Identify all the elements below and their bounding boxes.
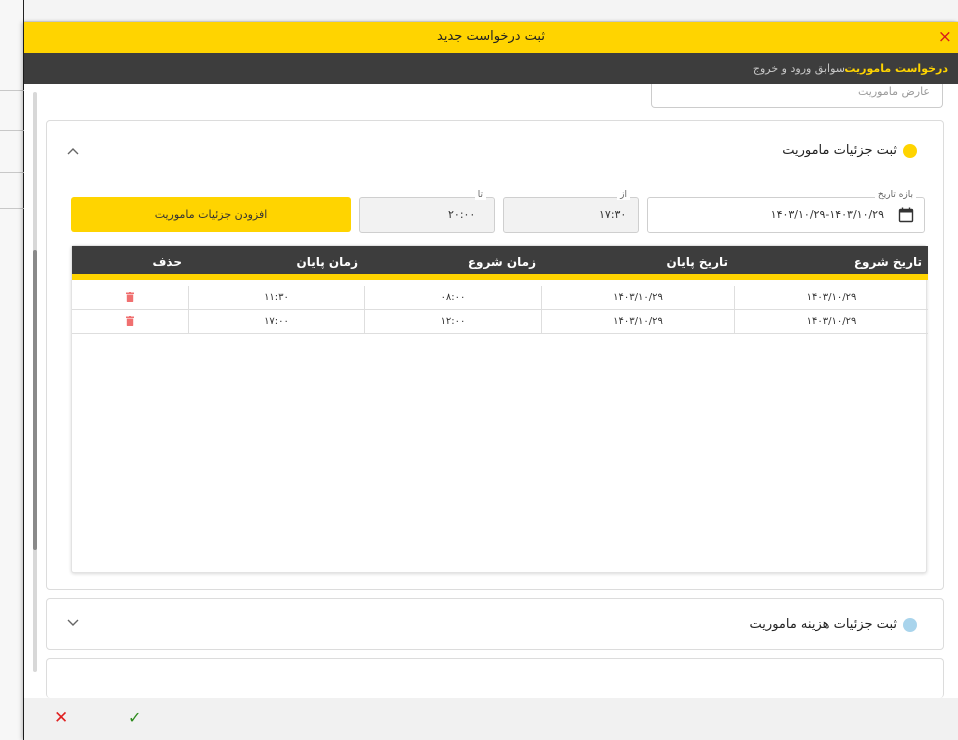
mission-costs-header[interactable]: ثبت جزئیات هزینه ماموریت (750, 617, 917, 632)
dialog-title: ثبت درخواست جدید (437, 29, 545, 44)
cell-end-time: ۱۷:۰۰ (188, 310, 364, 334)
new-request-dialog: ثبت درخواست جدید × درخواست ماموریت سوابق… (24, 22, 958, 740)
confirm-button[interactable]: ✓ (128, 708, 141, 727)
date-range-label: بازه تاریخ (874, 190, 916, 200)
dialog-titlebar: ثبت درخواست جدید × (24, 22, 958, 53)
column-start-time[interactable]: زمان شروع (468, 255, 536, 269)
to-time-label: تا (474, 190, 486, 200)
cell-delete (72, 286, 188, 310)
column-end-time[interactable]: زمان پایان (296, 255, 358, 269)
table-row[interactable]: ۱۴۰۳/۱۰/۲۹ ۱۴۰۳/۱۰/۲۹ ۱۲:۰۰ ۱۷:۰۰ (72, 310, 928, 334)
mission-field-value: عارض ماموریت (857, 85, 930, 98)
date-range-field[interactable]: بازه تاریخ ۱۴۰۳/۱۰/۲۹-۱۴۰۳/۱۰/۲۹ (647, 190, 925, 233)
table-row[interactable]: ۱۴۰۳/۱۰/۲۹ ۱۴۰۳/۱۰/۲۹ ۰۸:۰۰ ۱۱:۳۰ (72, 286, 928, 310)
mission-costs-title: ثبت جزئیات هزینه ماموریت (749, 617, 897, 632)
trash-icon[interactable] (126, 292, 134, 302)
column-end-date[interactable]: تاریخ پایان (666, 255, 728, 269)
screen: ثبت درخواست جدید × درخواست ماموریت سوابق… (0, 0, 958, 740)
dialog-content: عارض ماموریت ثبت جزئیات ماموریت بازه تار… (24, 84, 958, 698)
cell-start-date: ۱۴۰۳/۱۰/۲۹ (734, 286, 928, 310)
add-mission-details-button[interactable]: افزودن جزئیات ماموریت (71, 197, 351, 232)
cancel-button[interactable]: ✕ (54, 708, 68, 728)
cell-end-time: ۱۱:۳۰ (188, 286, 364, 310)
chevron-up-icon[interactable] (67, 144, 79, 159)
tab-mission-request[interactable]: درخواست ماموریت (844, 62, 948, 75)
background-panel (0, 0, 24, 740)
cell-delete (72, 310, 188, 334)
mission-details-title: ثبت جزئیات ماموریت (782, 143, 897, 158)
next-panel[interactable] (46, 658, 944, 698)
to-time-field[interactable]: تا ۲۰:۰۰ (359, 190, 495, 233)
mission-details-table: تاریخ شروع تاریخ پایان زمان شروع زمان پا… (71, 245, 928, 573)
background-toolbar (0, 0, 958, 22)
close-icon[interactable]: × (938, 27, 952, 47)
from-time-value: ۱۷:۳۰ (599, 208, 627, 221)
vertical-scrollbar[interactable] (33, 92, 37, 672)
column-start-date[interactable]: تاریخ شروع (854, 255, 922, 269)
from-time-field[interactable]: از ۱۷:۳۰ (503, 190, 639, 233)
cell-start-time: ۱۲:۰۰ (364, 310, 541, 334)
column-delete[interactable]: حذف (152, 255, 182, 269)
scrollbar-thumb[interactable] (33, 250, 37, 550)
table-body: ۱۴۰۳/۱۰/۲۹ ۱۴۰۳/۱۰/۲۹ ۰۸:۰۰ ۱۱:۳۰ ۱۴۰۳/۱… (72, 286, 928, 334)
mission-field[interactable]: عارض ماموریت (651, 84, 943, 108)
blue-dot-icon (903, 617, 917, 632)
table-header: تاریخ شروع تاریخ پایان زمان شروع زمان پا… (72, 246, 928, 280)
cell-start-date: ۱۴۰۳/۱۰/۲۹ (734, 310, 928, 334)
dialog-footer: ✕ ✓ (24, 698, 958, 740)
cell-end-date: ۱۴۰۳/۱۰/۲۹ (541, 286, 734, 310)
tab-entry-exit-history[interactable]: سوابق ورود و خروج (753, 62, 845, 75)
yellow-dot-icon (903, 143, 917, 158)
mission-costs-panel[interactable]: ثبت جزئیات هزینه ماموریت (46, 598, 944, 650)
to-time-value: ۲۰:۰۰ (448, 208, 476, 221)
from-time-label: از (617, 190, 630, 200)
mission-details-panel: ثبت جزئیات ماموریت بازه تاریخ ۱۴۰۳/۱۰/۲۹… (46, 120, 944, 590)
cell-end-date: ۱۴۰۳/۱۰/۲۹ (541, 310, 734, 334)
cell-start-time: ۰۸:۰۰ (364, 286, 541, 310)
mission-details-header[interactable]: ثبت جزئیات ماموریت (782, 143, 917, 158)
trash-icon[interactable] (126, 316, 134, 326)
tab-bar: درخواست ماموریت سوابق ورود و خروج (24, 53, 958, 84)
chevron-down-icon[interactable] (67, 616, 79, 631)
date-range-value: ۱۴۰۳/۱۰/۲۹-۱۴۰۳/۱۰/۲۹ (770, 208, 884, 221)
calendar-icon[interactable] (898, 207, 914, 223)
